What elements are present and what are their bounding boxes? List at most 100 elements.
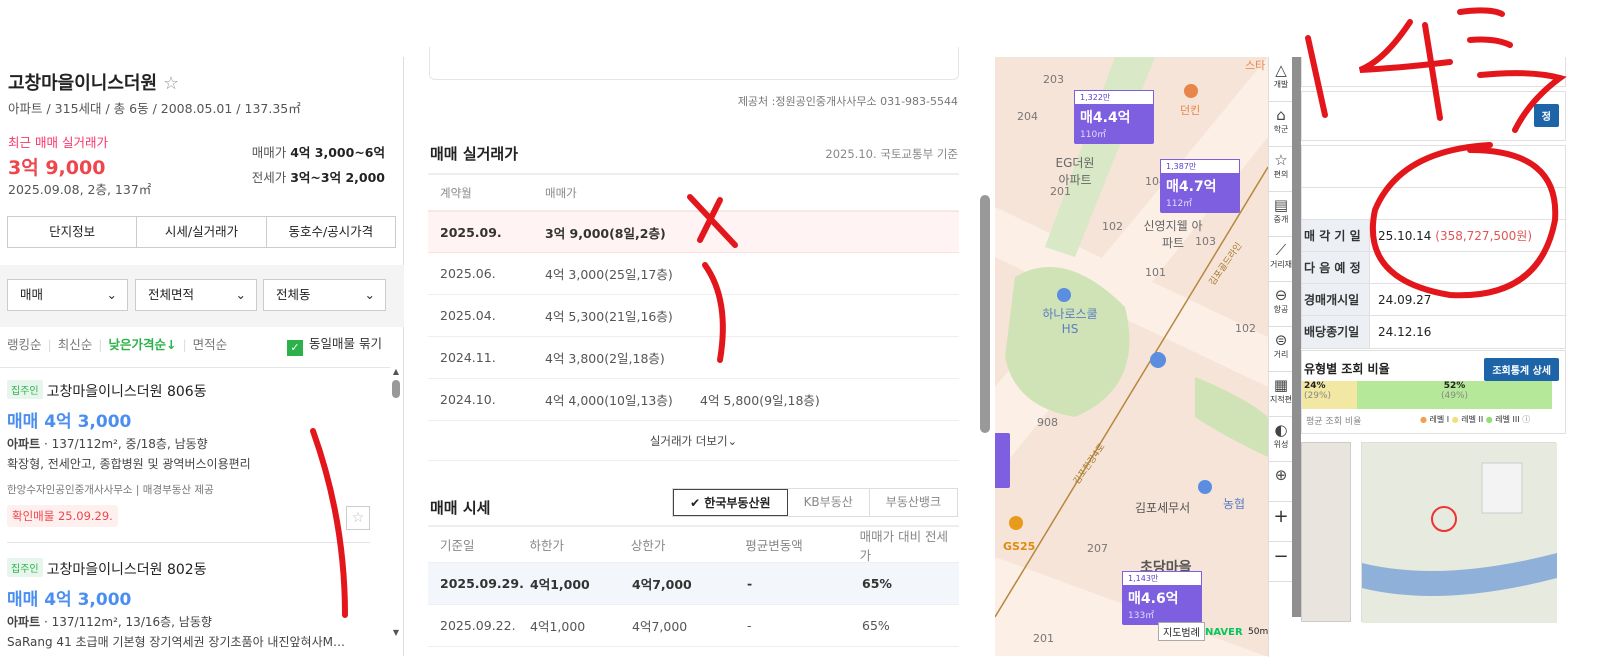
tool-street[interactable]: ⊜ 거리 [1269, 327, 1293, 372]
sale-range: 매매가 4억 3,000~6억 [251, 145, 385, 160]
ratio-title: 유형별 조회 비율 [1304, 362, 1390, 376]
recent-trade-detail: 2025.09.08, 2층, 137㎡ [8, 182, 152, 197]
recent-trade-label: 최근 매매 실거래가 [8, 135, 108, 150]
price-marker[interactable]: 1,322만 매4.4억 110㎡ [1074, 90, 1154, 144]
checkmark-icon: ✓ [287, 340, 303, 356]
price-marker[interactable]: 1,143만 매4.6억 133㎡ [1122, 571, 1202, 625]
sort-ranking[interactable]: 랭킹순 [7, 337, 42, 352]
list-item[interactable]: 집주인 고창마을이니스더원 802동 매매 4억 3,000 아파트 · 137/… [7, 558, 370, 650]
ratio-bar-level3: 52% (49%) [1357, 381, 1552, 409]
chevron-down-icon: ⌄ [364, 287, 375, 302]
owner-badge: 집주인 [7, 380, 43, 399]
zoom-out-button[interactable]: − [1269, 542, 1293, 582]
panel-scrollbar[interactable] [980, 195, 990, 433]
area-select[interactable]: 전체면적 ⌄ [135, 279, 257, 311]
listing-price: 매매 4억 3,000 [7, 412, 132, 432]
map-roads [995, 57, 1268, 656]
table-row: 매 각 기 일 25.10.14 (358,727,500원) [1302, 220, 1565, 252]
trades-basis: 2025.10. 국토교통부 기준 [825, 147, 958, 161]
tool-convenience[interactable]: ☆ 편의 [1269, 147, 1293, 192]
complex-title: 고창마을이니스더원 ☆ [8, 73, 180, 94]
listing-desc: SaRang 41 초급매 기본형 장기역세권 장기초품아 내진앞혀사M… [7, 635, 345, 649]
table-row: 2025.09.29. 4억1,000 4억7,000-65% [428, 563, 959, 605]
level-legend: ● 레벨 I ● 레벨 II ● 레벨 III ⓘ [1420, 415, 1531, 424]
market-table: 기준일 하한가 상한가 평균변동액 매매가 대비 전세가 2025.09.29. 4억1,… [428, 525, 959, 647]
floor-plan-image[interactable] [1301, 442, 1351, 622]
locate-icon[interactable]: ⊕ [1269, 462, 1293, 502]
listing-desc: 확장형, 전세안고, 종합병원 및 광역버스이용편리 [7, 457, 251, 471]
table-row: 배당종기일 24.12.16 [1302, 316, 1565, 348]
tool-aerial[interactable]: ⊖ 항공 [1269, 282, 1293, 327]
trades-title: 매매 실거래가 [430, 145, 519, 163]
tool-agent[interactable]: ▤ 중개 [1269, 192, 1293, 237]
stats-detail-button[interactable]: 조회통계 상세 [1484, 358, 1559, 381]
group-same-listing-checkbox[interactable]: ✓ 동일매물 묶기 [287, 333, 382, 356]
listing-spec: 아파트 · 137/112m², 13/16층, 남동향 [7, 615, 212, 629]
map-scale: 50m [1248, 627, 1268, 637]
sort-low-price[interactable]: 낮은가격순↓ [108, 337, 176, 352]
tab-bank[interactable]: 부동산뱅크 [870, 489, 957, 516]
complex-meta: 아파트 / 315세대 / 총 6동 / 2008.05.01 / 137.35… [8, 101, 301, 116]
listing-name: 고창마을이니스더원 802동 [46, 562, 207, 578]
map-legend-button[interactable]: 지도범례 [1158, 622, 1205, 641]
complex-tabs: 단지정보 시세/실거래가 동호수/공시가격 [7, 216, 396, 248]
tab-kb[interactable]: KB부동산 [788, 489, 870, 516]
zoom-in-button[interactable]: + [1269, 502, 1293, 542]
recent-trade-price: 3억 9,000 [8, 157, 106, 179]
sort-options: 랭킹순 | 최신순 | 낮은가격순↓ | 면적순 [7, 337, 228, 352]
owner-badge: 집주인 [7, 558, 43, 577]
table-row: 2024.11. 4억 3,800(2일,18층) [428, 337, 959, 379]
source-tabs: ✔ 한국부동산원 KB부동산 부동산뱅크 [672, 488, 958, 517]
listing-price: 매매 4억 3,000 [7, 590, 132, 610]
tool-cadastral[interactable]: ▦ 지적편 [1269, 372, 1293, 417]
confirmed-badge: 확인매물 25.09.29. [7, 505, 118, 527]
favorite-star-icon[interactable]: ☆ [163, 73, 179, 94]
table-row: 경매개시일 24.09.27 [1302, 284, 1565, 316]
table-row: 2024.10. 4억 4,000(10일,13층) 4억 5,800(9일,18층… [428, 379, 959, 421]
price-panel: 제공처 :정원공인중개사사무소 031-983-5544 매매 실거래가 202… [405, 47, 985, 656]
jeonse-range: 전세가 3억~3억 2,000 [251, 170, 385, 185]
summary-card [429, 47, 959, 80]
naver-logo: NAVER [1205, 627, 1243, 638]
auction-panel: 정 매 각 기 일 25.10.14 (358,727,500원) 다 음 예 정… [1301, 57, 1568, 656]
map-toolbar: △ 개발 ⌂ 학군 ☆ 편의 ▤ 중개 ⟋ 거리재 ⊖ 항공 ⊜ 거리 ▦ 지적편 ◐ 위성 ⊕ … [1268, 57, 1293, 657]
tool-school[interactable]: ⌂ 학군 [1269, 102, 1293, 147]
ratio-bar-level2: 24% (29%) [1302, 381, 1357, 409]
table-row: 2025.04. 4억 5,300(21일,16층) [428, 295, 959, 337]
list-scrollbar[interactable]: ▲ ▼ [390, 367, 402, 656]
tab-kab[interactable]: ✔ 한국부동산원 [673, 489, 788, 516]
tab-complex-info[interactable]: 단지정보 [8, 217, 138, 247]
chevron-down-icon: ⌄ [106, 287, 117, 302]
more-trades-button[interactable]: 실거래가 더보기⌄ [428, 421, 959, 461]
chevron-down-icon: ⌄ [235, 287, 246, 302]
price-marker[interactable] [995, 433, 1010, 488]
tool-distance[interactable]: ⟋ 거리재 [1269, 237, 1293, 282]
auction-table: 매 각 기 일 25.10.14 (358,727,500원) 다 음 예 정 경… [1301, 145, 1566, 349]
favorite-star-icon[interactable]: ☆ [346, 506, 370, 530]
listing-name: 고창마을이니스더원 806동 [46, 384, 207, 400]
complex-panel: 고창마을이니스더원 ☆ 아파트 / 315세대 / 총 6동 / 2008.05.… [0, 57, 404, 656]
divider-bar[interactable] [1292, 57, 1301, 617]
list-item[interactable]: 집주인 고창마을이니스더원 806동 매매 4억 3,000 아파트 · 137/… [7, 380, 370, 530]
view-ratio-box: 유형별 조회 비율 조회통계 상세 24% (29%) 52% (49%) 평균 조… [1301, 350, 1566, 434]
tool-development[interactable]: △ 개발 [1269, 57, 1293, 102]
tool-satellite[interactable]: ◐ 위성 [1269, 417, 1293, 462]
provider-text: 제공처 :정원공인중개사사무소 031-983-5544 [737, 95, 958, 108]
trades-table: 계약월 매매가 2025.09. 3억 9,000(8일,2층) 2025.06. 4… [428, 173, 959, 461]
site-map-image[interactable] [1361, 442, 1557, 623]
listing-source: 한앙수자인공인중개사사무소 | 매경부동산 제공 [7, 484, 214, 496]
table-row: 다 음 예 정 [1302, 252, 1565, 284]
market-title: 매매 시세 [430, 499, 491, 517]
price-marker[interactable]: 1,387만 매4.7억 112㎡ [1160, 159, 1240, 213]
dong-select[interactable]: 전체동 ⌄ [263, 279, 386, 311]
sort-latest[interactable]: 최신순 [58, 337, 93, 352]
listing-list: 집주인 고창마을이니스더원 806동 매매 4억 3,000 아파트 · 137/… [0, 367, 390, 656]
tab-unit-price[interactable]: 동호수/공시가격 [267, 217, 395, 247]
tab-price[interactable]: 시세/실거래가 [137, 217, 267, 247]
edit-button[interactable]: 정 [1533, 104, 1559, 127]
trade-type-select[interactable]: 매매 ⌄ [7, 279, 128, 311]
table-row: 2025.09.22. 4억1,000 4억7,000-65% [428, 605, 959, 647]
listing-spec: 아파트 · 137/112m², 중/18층, 남동향 [7, 437, 208, 451]
sort-area[interactable]: 면적순 [193, 337, 228, 352]
map[interactable]: 203 204 EG더원 아파트 201 104 102 신영지웰 아파트 10… [995, 57, 1268, 656]
